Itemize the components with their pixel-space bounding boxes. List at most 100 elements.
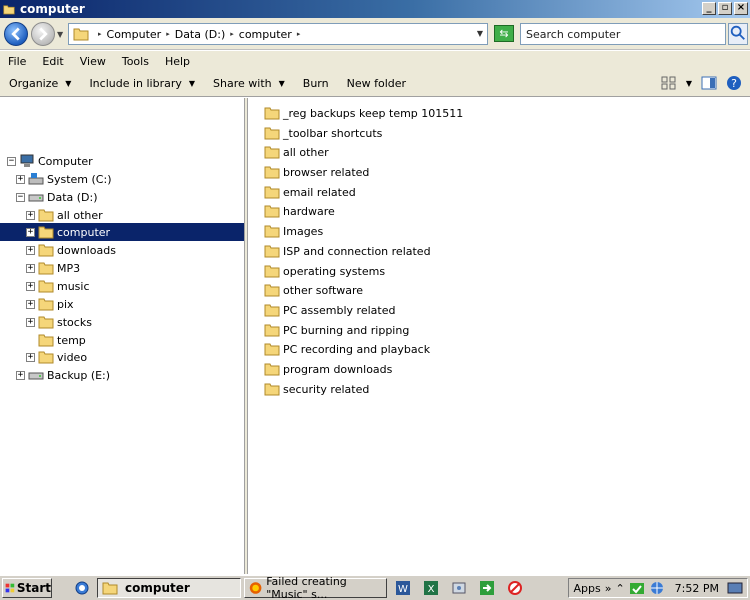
- menu-view[interactable]: View: [72, 55, 114, 68]
- help-icon[interactable]: ?: [726, 75, 742, 91]
- clock[interactable]: 7:52 PM: [675, 582, 719, 595]
- list-item[interactable]: hardware: [264, 202, 335, 220]
- recent-pages-dropdown[interactable]: ▼: [57, 30, 63, 39]
- list-item[interactable]: email related: [264, 183, 356, 201]
- list-item[interactable]: PC assembly related: [264, 301, 395, 319]
- expand-icon[interactable]: +: [26, 352, 35, 362]
- search-input[interactable]: Search computer: [520, 23, 726, 45]
- refresh-button[interactable]: ⇆: [494, 25, 514, 42]
- tree-item-system-drive[interactable]: + System (C:): [16, 170, 112, 188]
- breadcrumb-computer[interactable]: Computer: [107, 28, 162, 41]
- expand-icon[interactable]: +: [16, 370, 25, 380]
- close-button[interactable]: ×: [734, 2, 748, 15]
- include-in-library-button[interactable]: Include in library ▼: [80, 77, 204, 90]
- navigation-pane[interactable]: − Computer + System (C:) − Data (D:) + a…: [0, 98, 245, 574]
- restore-button[interactable]: ▫: [718, 2, 732, 15]
- list-item[interactable]: security related: [264, 380, 369, 398]
- folder-icon: [264, 343, 280, 356]
- tree-item-mp3[interactable]: + MP3: [26, 259, 80, 277]
- tree-item-data-drive[interactable]: − Data (D:): [16, 188, 98, 206]
- menu-edit[interactable]: Edit: [34, 55, 71, 68]
- pane-splitter[interactable]: [245, 98, 248, 574]
- tree-item-computer[interactable]: − Computer: [7, 152, 93, 170]
- expand-icon[interactable]: +: [26, 317, 35, 327]
- folder-icon: [264, 127, 280, 140]
- apps-label[interactable]: Apps: [573, 582, 600, 595]
- list-item[interactable]: ISP and connection related: [264, 242, 431, 260]
- chevron-right-icon[interactable]: »: [605, 582, 612, 595]
- breadcrumb-separator[interactable]: ▸: [297, 30, 301, 38]
- list-item[interactable]: program downloads: [264, 360, 392, 378]
- tree-label: temp: [57, 333, 86, 347]
- expand-icon[interactable]: +: [26, 263, 35, 273]
- organize-button[interactable]: Organize ▼: [0, 77, 80, 90]
- breadcrumb-data-drive[interactable]: Data (D:): [175, 28, 226, 41]
- start-button[interactable]: Start: [2, 578, 52, 598]
- quick-launch-browser-icon[interactable]: [74, 580, 90, 596]
- collapse-icon[interactable]: −: [16, 192, 25, 202]
- view-options-icon[interactable]: [661, 75, 677, 91]
- green-arrow-icon[interactable]: [479, 580, 495, 596]
- share-with-button[interactable]: Share with ▼: [204, 77, 294, 90]
- address-bar[interactable]: ▸ Computer ▸ Data (D:) ▸ computer ▸ ▼: [68, 23, 488, 45]
- list-item[interactable]: PC recording and playback: [264, 340, 430, 358]
- back-button[interactable]: [4, 22, 28, 46]
- tree-item-all-other[interactable]: + all other: [26, 206, 103, 224]
- file-name: email related: [283, 185, 356, 199]
- tree-item-stocks[interactable]: + stocks: [26, 313, 92, 331]
- expand-icon[interactable]: +: [26, 245, 35, 255]
- expand-icon[interactable]: +: [26, 299, 35, 309]
- address-dropdown[interactable]: ▼: [477, 29, 483, 38]
- preview-pane-icon[interactable]: [701, 75, 717, 91]
- view-dropdown[interactable]: ▼: [686, 79, 692, 88]
- list-item[interactable]: _toolbar shortcuts: [264, 124, 382, 142]
- breadcrumb-separator[interactable]: ▸: [230, 30, 234, 38]
- new-folder-button[interactable]: New folder: [338, 77, 415, 90]
- scanner-icon[interactable]: [451, 580, 467, 596]
- stop-icon[interactable]: [507, 580, 523, 596]
- tree-item-music[interactable]: + music: [26, 277, 90, 295]
- list-item[interactable]: all other: [264, 143, 329, 161]
- list-item[interactable]: Images: [264, 222, 323, 240]
- breadcrumb-computer-folder[interactable]: computer: [239, 28, 292, 41]
- minimize-button[interactable]: _: [702, 2, 716, 15]
- collapse-icon[interactable]: −: [7, 156, 16, 166]
- excel-icon[interactable]: X: [423, 580, 439, 596]
- breadcrumb-separator[interactable]: ▸: [166, 30, 170, 38]
- search-button[interactable]: [728, 23, 748, 45]
- file-list-pane[interactable]: _reg backups keep temp 101511 _toolbar s…: [249, 98, 750, 574]
- tree-label: computer: [57, 225, 111, 239]
- list-item[interactable]: operating systems: [264, 262, 385, 280]
- taskbar-item-computer[interactable]: computer: [97, 578, 241, 598]
- chevron-up-icon[interactable]: ⌃: [615, 582, 624, 595]
- file-name: hardware: [283, 204, 335, 218]
- tree-item-pix[interactable]: + pix: [26, 295, 74, 313]
- expand-icon[interactable]: +: [26, 281, 35, 291]
- network-icon[interactable]: [629, 580, 645, 596]
- globe-icon[interactable]: [649, 580, 665, 596]
- tree-item-downloads[interactable]: + downloads: [26, 241, 116, 259]
- show-desktop-icon[interactable]: [727, 580, 743, 596]
- folder-icon: [264, 324, 280, 337]
- expand-icon[interactable]: +: [26, 210, 35, 220]
- expand-icon[interactable]: +: [26, 227, 35, 237]
- expand-icon[interactable]: +: [16, 174, 25, 184]
- burn-button[interactable]: Burn: [294, 77, 338, 90]
- list-item[interactable]: browser related: [264, 163, 369, 181]
- forward-button[interactable]: [31, 22, 55, 46]
- tree-item-temp[interactable]: temp: [26, 331, 86, 349]
- list-item[interactable]: _reg backups keep temp 101511: [264, 104, 463, 122]
- file-name: operating systems: [283, 264, 386, 278]
- list-item[interactable]: PC burning and ripping: [264, 321, 409, 339]
- tree-item-computer-folder[interactable]: + computer: [0, 223, 244, 241]
- menu-help[interactable]: Help: [157, 55, 198, 68]
- taskbar-item-firefox[interactable]: Failed creating "Music" s...: [244, 575, 387, 600]
- tree-item-video[interactable]: + video: [26, 348, 87, 366]
- menu-file[interactable]: File: [0, 55, 34, 68]
- list-item[interactable]: other software: [264, 281, 363, 299]
- tree-item-backup-drive[interactable]: + Backup (E:): [16, 366, 110, 384]
- file-name: program downloads: [283, 362, 393, 376]
- menu-tools[interactable]: Tools: [114, 55, 157, 68]
- word-icon[interactable]: W: [395, 580, 411, 596]
- breadcrumb-separator[interactable]: ▸: [98, 30, 102, 38]
